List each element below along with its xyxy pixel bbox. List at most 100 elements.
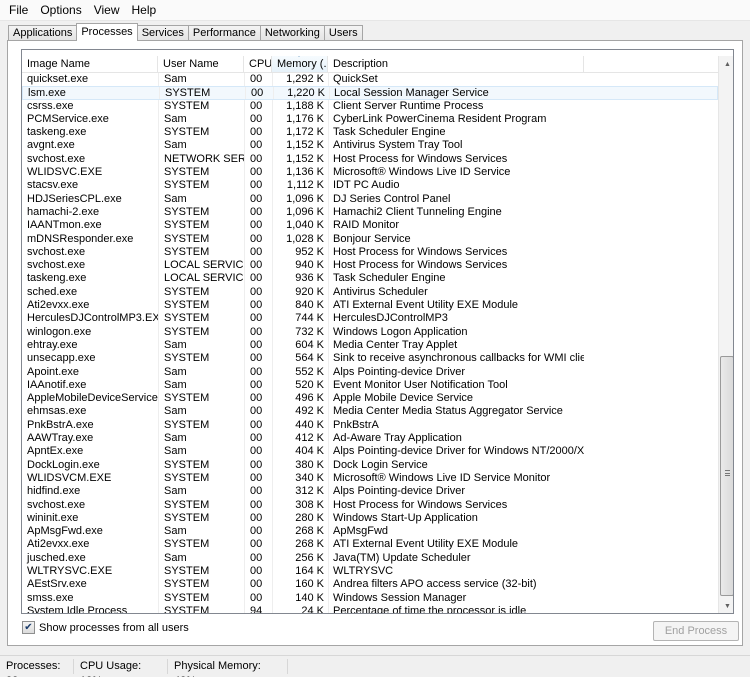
scroll-up-icon[interactable]: ▲ xyxy=(719,56,733,73)
process-description: Windows Start-Up Application xyxy=(328,511,584,526)
menu-help[interactable]: Help xyxy=(126,0,163,20)
table-row[interactable]: mDNSResponder.exe SYSTEM 00 1,028 K Bonjour … xyxy=(22,232,718,246)
process-description: Host Process for Windows Services xyxy=(328,152,584,167)
column-cpu[interactable]: CPU xyxy=(244,56,272,72)
process-user: SYSTEM xyxy=(158,392,244,406)
tab-processes[interactable]: Processes xyxy=(76,23,138,41)
table-row[interactable]: taskeng.exe LOCAL SERVICE 00 936 K Task Sche… xyxy=(22,272,718,286)
show-all-checkbox[interactable]: ✔ xyxy=(22,621,35,634)
table-row[interactable]: HerculesDJControlMP3.EXE SYSTEM 00 744 K Her… xyxy=(22,312,718,326)
table-row[interactable]: AAWTray.exe Sam 00 412 K Ad-Aware Tray Appli… xyxy=(22,432,718,446)
table-row[interactable]: winlogon.exe SYSTEM 00 732 K Windows Logon A… xyxy=(22,325,718,339)
table-row[interactable]: Apoint.exe Sam 00 552 K Alps Pointing-device… xyxy=(22,365,718,379)
table-row[interactable]: IAANTmon.exe SYSTEM 00 1,040 K RAID Monitor xyxy=(22,219,718,233)
tab-strip: Applications Processes Services Performa… xyxy=(8,23,363,41)
column-user-name[interactable]: User Name xyxy=(158,56,244,72)
table-row[interactable]: Ati2evxx.exe SYSTEM 00 268 K ATI External Ev… xyxy=(22,538,718,552)
table-row[interactable]: ehtray.exe Sam 00 604 K Media Center Tray Ap… xyxy=(22,338,718,353)
process-name: AppleMobileDeviceService.exe xyxy=(27,392,158,405)
table-row[interactable]: lsm.exe SYSTEM 00 1,220 K Local Session Mana… xyxy=(22,86,718,100)
process-cpu: 00 xyxy=(244,458,272,472)
process-description: RAID Monitor xyxy=(328,219,584,233)
scroll-thumb[interactable] xyxy=(720,356,733,596)
table-row[interactable]: wininit.exe SYSTEM 00 280 K Windows Start-Up… xyxy=(22,511,718,526)
table-row[interactable]: ApMsgFwd.exe Sam 00 268 K ApMsgFwd xyxy=(22,525,718,539)
scroll-down-icon[interactable]: ▼ xyxy=(719,598,733,613)
tab-applications[interactable]: Applications xyxy=(8,25,78,41)
table-row[interactable]: jusched.exe Sam 00 256 K Java(TM) Update Sch… xyxy=(22,551,718,565)
table-row[interactable]: csrss.exe SYSTEM 00 1,188 K Client Server Ru… xyxy=(22,99,718,113)
process-memory: 1,152 K xyxy=(272,139,328,153)
process-user: SYSTEM xyxy=(158,564,244,579)
process-cpu: 00 xyxy=(244,312,272,326)
column-image-name[interactable]: Image Name xyxy=(22,56,158,72)
column-description[interactable]: Description xyxy=(328,56,584,72)
process-memory: 404 K xyxy=(272,445,328,459)
end-process-button[interactable]: End Process xyxy=(653,621,739,641)
process-user: NETWORK SERVICE xyxy=(158,152,244,167)
process-description: Percentage of time the processor is idle xyxy=(328,604,584,613)
table-row[interactable]: WLIDSVCM.EXE SYSTEM 00 340 K Microsoft® Wind… xyxy=(22,471,718,486)
process-memory: 24 K xyxy=(272,604,328,613)
menu-options[interactable]: Options xyxy=(34,0,87,20)
table-row[interactable]: DockLogin.exe SYSTEM 00 380 K Dock Login Ser… xyxy=(22,458,718,472)
process-cpu: 00 xyxy=(244,205,272,220)
table-row[interactable]: smss.exe SYSTEM 00 140 K Windows Session Man… xyxy=(22,591,718,605)
process-description: Media Center Tray Applet xyxy=(328,338,584,353)
process-cpu: 00 xyxy=(244,578,272,592)
table-row[interactable]: Ati2evxx.exe SYSTEM 00 840 K ATI External Ev… xyxy=(22,299,718,313)
process-memory: 1,188 K xyxy=(272,99,328,113)
table-row[interactable]: stacsv.exe SYSTEM 00 1,112 K IDT PC Audio xyxy=(22,179,718,193)
column-memory[interactable]: Memory (... xyxy=(272,56,328,72)
process-name: hidfind.exe xyxy=(27,485,81,498)
table-row[interactable]: unsecapp.exe SYSTEM 00 564 K Sink to receive… xyxy=(22,352,718,366)
process-user: SYSTEM xyxy=(158,498,244,512)
process-description: PnkBstrA xyxy=(328,418,584,433)
table-row[interactable]: hidfind.exe Sam 00 312 K Alps Pointing-devic… xyxy=(22,485,718,499)
table-row[interactable]: taskeng.exe SYSTEM 00 1,172 K Task Scheduler… xyxy=(22,126,718,140)
table-row[interactable]: System Idle Process SYSTEM 94 24 K Percentag… xyxy=(22,604,718,613)
process-list[interactable]: Image Name User Name CPU Memory (... Des… xyxy=(21,49,734,614)
process-description: Java(TM) Update Scheduler xyxy=(328,551,584,565)
table-row[interactable]: WLIDSVC.EXE SYSTEM 00 1,136 K Microsoft® Win… xyxy=(22,166,718,180)
status-physical-memory: Physical Memory: 43% xyxy=(168,659,288,677)
table-row[interactable]: svchost.exe SYSTEM 00 308 K Host Process for… xyxy=(22,498,718,512)
table-row[interactable]: PnkBstrA.exe SYSTEM 00 440 K PnkBstrA xyxy=(22,418,718,433)
process-memory: 1,176 K xyxy=(272,112,328,127)
process-description: Antivirus System Tray Tool xyxy=(328,139,584,153)
show-all-processes[interactable]: ✔ Show processes from all users xyxy=(22,621,189,634)
table-row[interactable]: sched.exe SYSTEM 00 920 K Antivirus Schedule… xyxy=(22,285,718,300)
process-memory: 952 K xyxy=(272,245,328,260)
table-row[interactable]: ehmsas.exe Sam 00 492 K Media Center Media S… xyxy=(22,405,718,419)
table-row[interactable]: ApntEx.exe Sam 00 404 K Alps Pointing-device… xyxy=(22,445,718,459)
table-row[interactable]: IAAnotif.exe Sam 00 520 K Event Monitor User… xyxy=(22,378,718,393)
table-row[interactable]: HDJSeriesCPL.exe Sam 00 1,096 K DJ Series Co… xyxy=(22,192,718,206)
table-row[interactable]: svchost.exe NETWORK SERVICE001,152 KHost … xyxy=(22,152,718,167)
process-memory: 280 K xyxy=(272,511,328,526)
tab-users[interactable]: Users xyxy=(323,25,363,41)
process-user: SYSTEM xyxy=(158,285,244,300)
menu-view[interactable]: View xyxy=(88,0,126,20)
tab-services[interactable]: Services xyxy=(136,25,189,41)
process-user: SYSTEM xyxy=(158,245,244,260)
process-description: QuickSet xyxy=(328,73,584,87)
table-row[interactable]: hamachi-2.exe SYSTEM 00 1,096 K Hamachi2 Cli… xyxy=(22,205,718,220)
process-cpu: 00 xyxy=(244,285,272,300)
table-row[interactable]: quickset.exe Sam 00 1,292 K QuickSet xyxy=(22,73,718,87)
process-cpu: 00 xyxy=(244,112,272,127)
process-user: LOCAL SERVICE xyxy=(158,259,244,273)
table-row[interactable]: svchost.exe SYSTEM 00 952 K Host Process for… xyxy=(22,245,718,260)
table-row[interactable]: svchost.exe LOCAL SERVICE 00 940 K Host Proc… xyxy=(22,259,718,273)
process-description: DJ Series Control Panel xyxy=(328,192,584,206)
process-memory: 268 K xyxy=(272,525,328,539)
table-row[interactable]: avgnt.exe Sam 00 1,152 K Antivirus System Tr… xyxy=(22,139,718,153)
tab-networking[interactable]: Networking xyxy=(259,25,325,41)
table-row[interactable]: AEstSrv.exe SYSTEM 00 160 K Andrea filters A… xyxy=(22,578,718,592)
table-row[interactable]: PCMService.exe Sam 00 1,176 K CyberLink Powe… xyxy=(22,112,718,127)
table-row[interactable]: WLTRYSVC.EXE SYSTEM 00 164 K WLTRYSVC xyxy=(22,564,718,579)
vertical-scrollbar[interactable]: ▲ ▼ xyxy=(718,56,733,613)
table-row[interactable]: AppleMobileDeviceService.exeSYSTEM00496 … xyxy=(22,392,718,406)
menu-file[interactable]: File xyxy=(3,0,34,20)
tab-performance[interactable]: Performance xyxy=(187,25,261,41)
process-description: Windows Session Manager xyxy=(328,591,584,605)
